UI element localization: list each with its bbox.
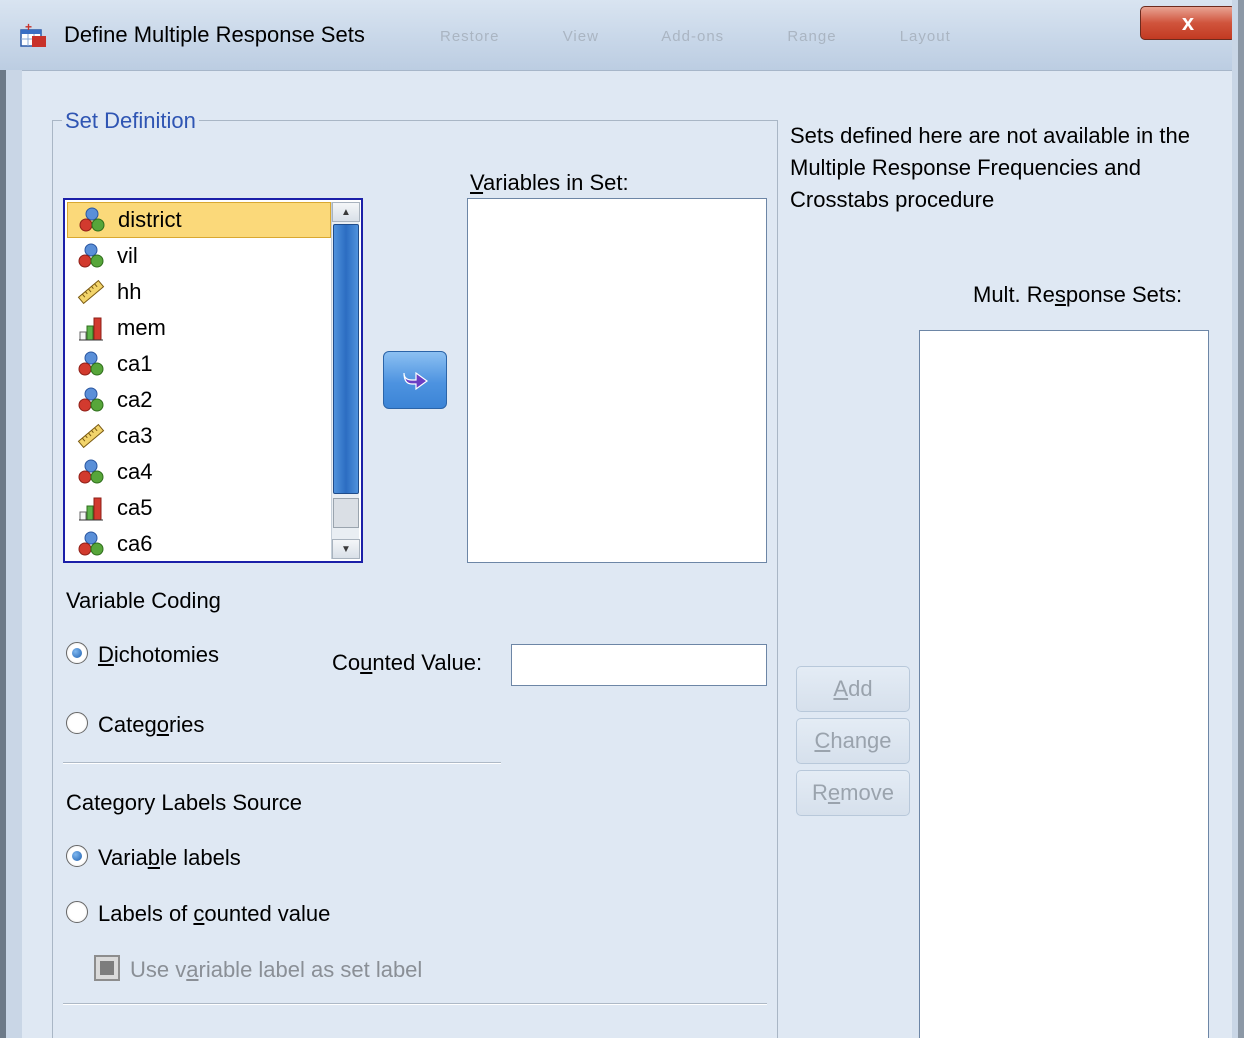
category-labels-source-label: Category Labels Source: [66, 790, 303, 815]
background-tabs: Restore View Add-ons Range Layout: [440, 28, 1009, 45]
close-icon: x: [1181, 10, 1195, 35]
variable-name: mem: [117, 315, 166, 340]
variable-list-item[interactable]: hh: [67, 274, 331, 310]
nominal-icon: [77, 458, 105, 486]
dichotomies-label-text: ichotomies: [113, 642, 220, 667]
variable-name: hh: [117, 279, 142, 304]
dichotomies-label: Dichotomies: [98, 642, 220, 667]
svg-text:+: +: [25, 22, 32, 34]
categories-label: Categories: [98, 712, 205, 737]
dichotomies-radio[interactable]: [66, 642, 88, 664]
variable-list-item[interactable]: ca3: [67, 418, 331, 454]
change-button-label: hange: [830, 728, 892, 753]
remove-button[interactable]: Re move: [796, 770, 910, 816]
nominal-icon: [77, 386, 105, 414]
background-tab: Layout: [899, 28, 951, 45]
variable-list-item[interactable]: district: [67, 202, 331, 238]
window-title: Define Multiple Response Sets: [64, 22, 365, 47]
use-variable-label-label: Use variable label as set label: [130, 957, 423, 982]
counted-value-field[interactable]: [511, 644, 767, 686]
variable-list-item[interactable]: mem: [67, 310, 331, 346]
variable-labels-radio[interactable]: [66, 845, 88, 867]
scale-icon: [77, 422, 105, 450]
change-button[interactable]: Change: [796, 718, 910, 764]
labels-of-counted-value-label: Labels of counted value: [98, 901, 331, 926]
variable-list-item[interactable]: ca6: [67, 526, 331, 562]
right-arrow-icon: [403, 371, 429, 391]
ordinal-icon: [77, 494, 105, 522]
remove-button-label: move: [840, 780, 894, 805]
variable-list-items: district vil hh mem ca1 ca2 ca3 ca4 ca5 ca6: [67, 202, 331, 562]
variable-list-item[interactable]: ca1: [67, 346, 331, 382]
scroll-up-arrow-icon[interactable]: ▲: [332, 202, 360, 222]
use-variable-label-checkbox[interactable]: [94, 955, 120, 981]
variable-name: district: [118, 207, 182, 232]
variable-list-item[interactable]: ca4: [67, 454, 331, 490]
background-tab: Range: [787, 28, 837, 45]
title-bar: + Define Multiple Response Sets Restore …: [0, 0, 1244, 70]
variables-in-set-label-text: ariables in Set:: [483, 170, 629, 195]
background-tab: Add-ons: [661, 28, 725, 45]
variable-list-item[interactable]: vil: [67, 238, 331, 274]
counted-value-label: Counted Value:: [332, 650, 483, 675]
list-scrollbar[interactable]: ▲ ▼: [331, 202, 360, 559]
source-variable-list[interactable]: district vil hh mem ca1 ca2 ca3 ca4 ca5 ca6 ▲ ▼: [63, 198, 363, 563]
variable-coding-label: Variable Coding: [66, 588, 221, 613]
variable-name: ca3: [117, 423, 153, 448]
scroll-thumb[interactable]: [333, 224, 359, 494]
variable-list-item[interactable]: ca5: [67, 490, 331, 526]
background-tab: View: [562, 28, 599, 45]
scale-icon: [77, 278, 105, 306]
nominal-icon: [78, 206, 106, 234]
variable-name: ca4: [117, 459, 153, 484]
nominal-icon: [77, 242, 105, 270]
add-button[interactable]: Add: [796, 666, 910, 712]
ordinal-icon: [77, 314, 105, 342]
window-frame-right: [1232, 0, 1244, 1038]
app-icon: +: [20, 22, 46, 47]
window-frame-left: [0, 70, 22, 1038]
variable-labels-label: Variable labels: [98, 845, 241, 870]
variable-name: vil: [117, 243, 138, 268]
close-button[interactable]: x: [1140, 6, 1236, 40]
availability-note: Sets defined here are not available in t…: [790, 123, 1190, 212]
variable-list-item[interactable]: ca2: [67, 382, 331, 418]
add-button-label: dd: [848, 676, 873, 701]
scroll-down-arrow-icon[interactable]: ▼: [332, 539, 360, 559]
variable-name: ca1: [117, 351, 153, 376]
set-definition-legend: Set Definition: [62, 108, 199, 134]
move-to-set-button[interactable]: [383, 351, 447, 409]
mult-response-sets-label: Mult. Response Sets:: [973, 282, 1183, 307]
divider: [63, 762, 501, 764]
scroll-track[interactable]: [333, 498, 359, 528]
mult-response-sets-list[interactable]: [919, 330, 1209, 1038]
categories-radio[interactable]: [66, 712, 88, 734]
variables-in-set-label: Variables in Set:: [470, 170, 629, 195]
nominal-icon: [77, 530, 105, 558]
labels-of-counted-value-radio[interactable]: [66, 901, 88, 923]
variable-name: ca5: [117, 495, 153, 520]
nominal-icon: [77, 350, 105, 378]
variable-name: ca2: [117, 387, 153, 412]
background-tab: Restore: [440, 28, 500, 45]
divider: [63, 1003, 767, 1005]
variable-name: ca6: [117, 531, 153, 556]
variables-in-set-list[interactable]: [467, 198, 767, 563]
